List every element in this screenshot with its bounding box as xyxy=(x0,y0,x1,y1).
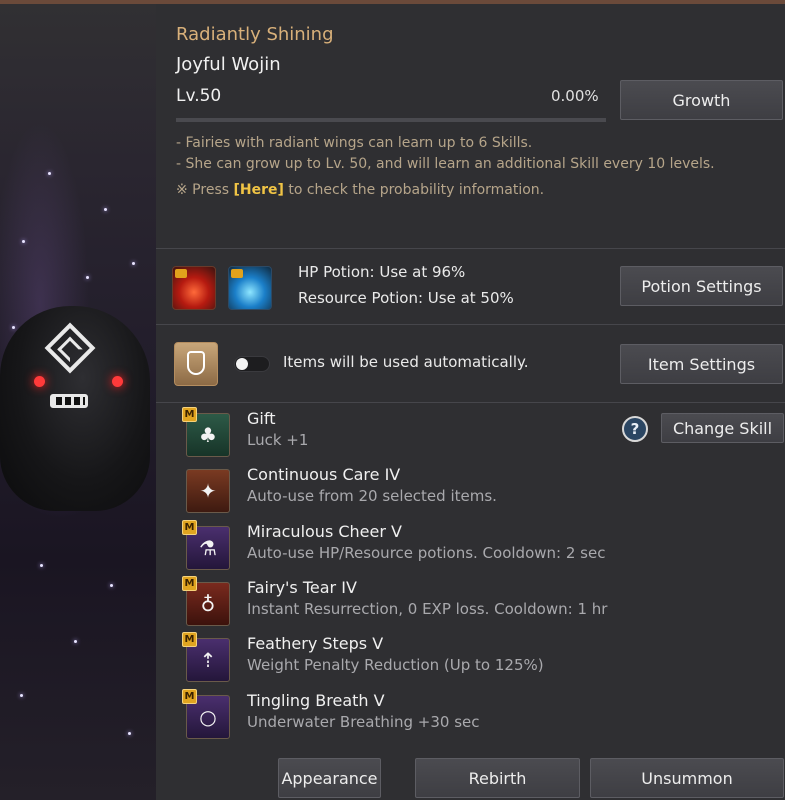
pet-artwork xyxy=(0,4,156,800)
skill-row-tingling-breath: ○ M Tingling Breath V Underwater Breathi… xyxy=(182,689,746,739)
skill-name: Tingling Breath V xyxy=(247,691,385,710)
m-badge-icon: M xyxy=(182,407,197,422)
skill-name: Continuous Care IV xyxy=(247,465,401,484)
rebirth-button[interactable]: Rebirth xyxy=(415,758,580,798)
divider xyxy=(156,324,785,325)
divider xyxy=(156,248,785,249)
info-line-skills: - Fairies with radiant wings can learn u… xyxy=(176,135,533,151)
appearance-button[interactable]: Appearance xyxy=(278,758,381,798)
info-suffix: to check the probability information. xyxy=(283,182,545,198)
item-settings-button[interactable]: Item Settings xyxy=(620,344,783,384)
skill-desc: Weight Penalty Reduction (Up to 125%) xyxy=(247,656,544,674)
fairy-icon: ✦ xyxy=(186,469,230,513)
rune-symbol-icon xyxy=(44,322,96,374)
m-badge-icon: M xyxy=(182,632,197,647)
pet-rank: Radiantly Shining xyxy=(176,24,334,45)
exp-percent: 0.00% xyxy=(551,87,599,105)
skill-desc: Instant Resurrection, 0 EXP loss. Cooldo… xyxy=(247,600,608,618)
pet-name: Joyful Wojin xyxy=(176,54,281,75)
crown-icon xyxy=(231,269,243,278)
resource-potion-icon xyxy=(228,266,272,310)
skill-desc: Auto-use HP/Resource potions. Cooldown: … xyxy=(247,544,606,562)
skill-desc: Auto-use from 20 selected items. xyxy=(247,487,497,505)
m-badge-icon: M xyxy=(182,520,197,535)
crown-icon xyxy=(175,269,187,278)
skill-name: Miraculous Cheer V xyxy=(247,522,402,541)
m-badge-icon: M xyxy=(182,689,197,704)
divider xyxy=(156,402,785,403)
skill-row-feathery-steps: ⇡ M Feathery Steps V Weight Penalty Redu… xyxy=(182,632,746,682)
skill-name: Fairy's Tear IV xyxy=(247,578,357,597)
exp-progress-bar xyxy=(176,118,606,122)
growth-button[interactable]: Growth xyxy=(620,80,783,120)
unsummon-button[interactable]: Unsummon xyxy=(590,758,784,798)
potion-settings-button[interactable]: Potion Settings xyxy=(620,266,783,306)
toggle-knob xyxy=(236,358,248,370)
info-line-growth: - She can grow up to Lv. 50, and will le… xyxy=(176,156,715,172)
skill-row-fairys-tear: ♁ M Fairy's Tear IV Instant Resurrection… xyxy=(182,576,746,626)
info-prefix: ※ Press xyxy=(176,182,234,198)
skill-row-miraculous-cheer: ⚗ M Miraculous Cheer V Auto-use HP/Resou… xyxy=(182,520,746,570)
skill-desc: Underwater Breathing +30 sec xyxy=(247,713,480,731)
skill-row-continuous-care: ✦ Continuous Care IV Auto-use from 20 se… xyxy=(186,463,746,513)
hp-potion-icon xyxy=(172,266,216,310)
resource-potion-setting: Resource Potion: Use at 50% xyxy=(298,289,514,307)
hp-potion-setting: HP Potion: Use at 96% xyxy=(298,263,466,281)
skill-desc: Luck +1 xyxy=(247,431,309,449)
auto-use-label: Items will be used automatically. xyxy=(283,353,529,371)
skill-name: Gift xyxy=(247,409,276,428)
info-line-probability: ※ Press [Here] to check the probability … xyxy=(176,182,544,198)
pet-level: Lv.50 xyxy=(176,86,222,106)
pet-character xyxy=(0,306,150,511)
skill-row-gift: ♣ M Gift Luck +1 xyxy=(182,407,746,457)
skill-name: Feathery Steps V xyxy=(247,634,384,653)
probability-here-link[interactable]: [Here] xyxy=(233,182,283,198)
pet-info-panel: Radiantly Shining Joyful Wojin Lv.50 0.0… xyxy=(156,4,785,800)
pet-eye-right xyxy=(112,376,123,387)
pet-eye-left xyxy=(34,376,45,387)
pet-mouth xyxy=(50,394,88,408)
auto-use-toggle[interactable] xyxy=(234,356,270,372)
item-flask-gear-icon xyxy=(174,342,218,386)
m-badge-icon: M xyxy=(182,576,197,591)
